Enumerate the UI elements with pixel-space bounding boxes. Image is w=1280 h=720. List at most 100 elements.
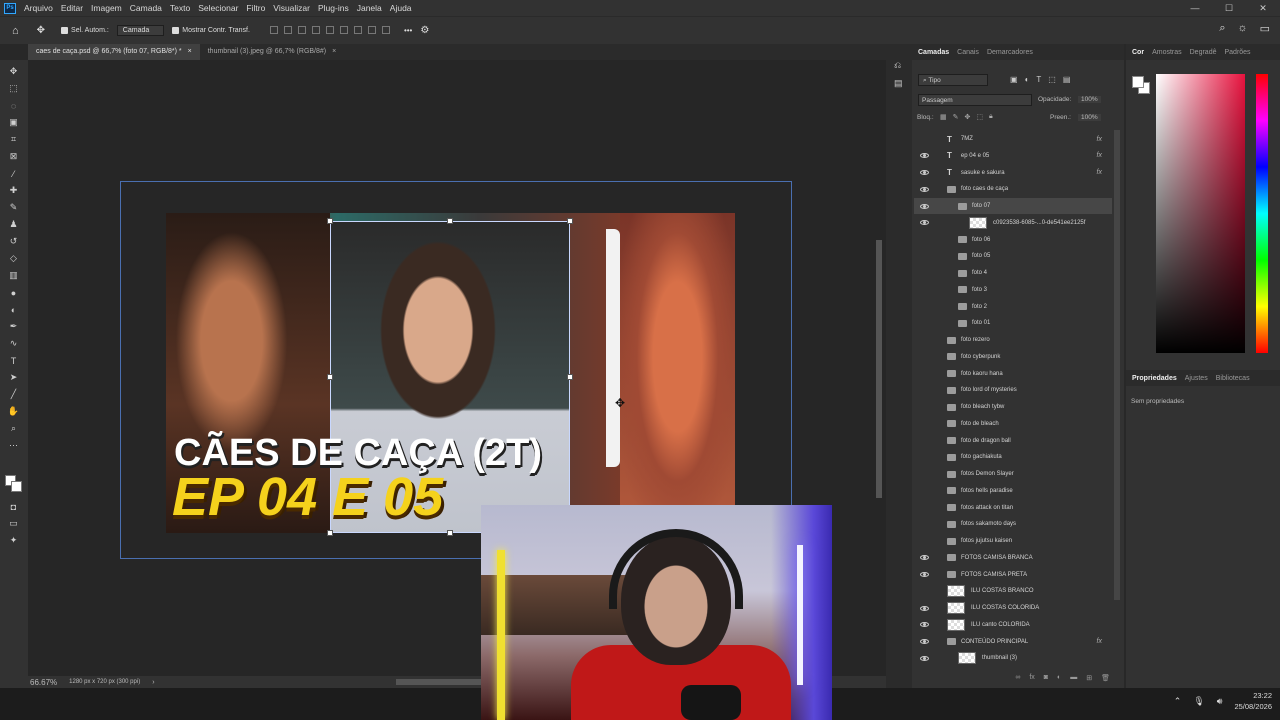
layer-row[interactable]: foto 07: [914, 198, 1112, 214]
show-transform-checkbox[interactable]: Mostrar Contr. Transf.: [172, 27, 250, 34]
blend-mode-dropdown[interactable]: Passagem: [918, 94, 1032, 106]
layer-row[interactable]: T 7MZ fx: [914, 131, 1112, 147]
path-select-icon[interactable]: ➤: [7, 372, 20, 383]
eye-icon[interactable]: [920, 605, 929, 611]
menu-plugins[interactable]: Plug-ins: [314, 3, 353, 13]
transform-handle[interactable]: [447, 218, 453, 224]
eye-icon[interactable]: [920, 186, 929, 192]
lasso-tool-icon[interactable]: ◌: [7, 100, 20, 111]
transform-handle[interactable]: [327, 218, 333, 224]
layer-row[interactable]: foto 4: [914, 265, 1112, 281]
more-tools-icon[interactable]: ⋯: [7, 440, 20, 451]
line-tool-icon[interactable]: ╱: [7, 389, 20, 400]
menu-visualizar[interactable]: Visualizar: [269, 3, 314, 13]
layer-row[interactable]: foto de dragon ball: [914, 433, 1112, 449]
volume-icon[interactable]: 🔊︎: [1217, 696, 1223, 707]
lightbulb-icon[interactable]: ☼: [1238, 22, 1248, 35]
workspace-icon[interactable]: ▭: [1260, 22, 1270, 35]
screen-mode-icon[interactable]: ▭: [7, 518, 20, 529]
eye-icon[interactable]: [920, 555, 929, 561]
tab-ajustes[interactable]: Ajustes: [1185, 375, 1208, 382]
eye-icon[interactable]: [920, 572, 929, 577]
zoom-tool-icon[interactable]: ⌕: [7, 423, 20, 434]
tab-thumbnail[interactable]: thumbnail (3).jpeg @ 66,7% (RGB/8#) ×: [200, 44, 344, 60]
layer-row[interactable]: foto 2: [914, 299, 1112, 315]
layers-scrollbar[interactable]: [1114, 130, 1120, 600]
layer-row[interactable]: thumbnail (3): [914, 650, 1112, 666]
layer-row[interactable]: Tsasuke e sakura fx: [914, 165, 1112, 181]
eye-icon[interactable]: [920, 622, 929, 628]
eye-icon[interactable]: [920, 220, 929, 226]
layer-row[interactable]: foto 3: [914, 282, 1112, 298]
layer-row[interactable]: FOTOS CAMISA PRETA: [914, 567, 1112, 583]
menu-filtro[interactable]: Filtro: [242, 3, 269, 13]
layer-filter-icons[interactable]: ▣ ◐ T ⬚ ▤: [1010, 75, 1070, 84]
fill-value[interactable]: 100%: [1078, 114, 1101, 121]
color-picker-field[interactable]: [1156, 74, 1245, 353]
quick-mask-icon[interactable]: ◘: [7, 501, 20, 512]
crop-tool-icon[interactable]: ⌗: [7, 134, 20, 145]
menu-editar[interactable]: Editar: [57, 3, 87, 13]
eye-icon[interactable]: [920, 639, 929, 644]
link-icon[interactable]: ∞: [1015, 674, 1020, 686]
layer-row[interactable]: foto rezero: [914, 332, 1112, 348]
layer-row[interactable]: fotos Demon Slayer: [914, 466, 1112, 482]
minimize-button[interactable]: —: [1178, 0, 1212, 16]
eye-icon[interactable]: [920, 153, 929, 159]
close-icon[interactable]: ×: [332, 44, 336, 60]
move-tool-icon[interactable]: ✥: [7, 66, 20, 77]
blur-tool-icon[interactable]: ●: [7, 287, 20, 298]
align-icons[interactable]: [269, 25, 396, 36]
smudge-icon[interactable]: ∿: [7, 338, 20, 349]
new-layer-icon[interactable]: ⊞: [1086, 674, 1092, 686]
close-icon[interactable]: ×: [188, 44, 192, 60]
eye-icon[interactable]: [920, 655, 929, 661]
eye-icon[interactable]: [920, 170, 929, 175]
fx-icon[interactable]: fx: [1029, 674, 1034, 686]
layer-row[interactable]: FOTOS CAMISA BRANCA: [914, 550, 1112, 566]
hue-slider[interactable]: [1256, 74, 1268, 353]
menu-camada[interactable]: Camada: [126, 3, 166, 13]
maximize-button[interactable]: ☐: [1212, 0, 1246, 16]
layer-row[interactable]: foto cyberpunk: [914, 349, 1112, 365]
move-icon[interactable]: ✥: [37, 25, 45, 36]
layer-row[interactable]: fotos attack on titan: [914, 500, 1112, 516]
layer-row[interactable]: foto de bleach: [914, 416, 1112, 432]
layer-row[interactable]: foto kaoru hana: [914, 366, 1112, 382]
menu-imagem[interactable]: Imagem: [87, 3, 126, 13]
tab-canais[interactable]: Canais: [957, 49, 979, 56]
chevron-up-icon[interactable]: ⌃: [1174, 696, 1182, 707]
layer-row[interactable]: ILU canto COLORIDA: [914, 617, 1112, 633]
tab-amostras[interactable]: Amostras: [1152, 49, 1182, 56]
fx-icon[interactable]: fx: [1097, 638, 1102, 645]
color-fg-swatch[interactable]: [1132, 76, 1144, 88]
transform-handle[interactable]: [327, 374, 333, 380]
eraser-tool-icon[interactable]: ◇: [7, 253, 20, 264]
layer-row[interactable]: foto gachiakuta: [914, 449, 1112, 465]
layer-row[interactable]: foto bleach tybw: [914, 399, 1112, 415]
tab-caes-de-caca[interactable]: caes de caça.psd @ 66,7% (foto 07, RGB/8…: [28, 44, 200, 60]
status-arrow[interactable]: ›: [152, 679, 154, 686]
pen-tool-icon[interactable]: ✒: [7, 321, 20, 332]
clock[interactable]: 23:22 25/08/2026: [1234, 690, 1272, 712]
layer-row[interactable]: foto lord of mysteries: [914, 382, 1112, 398]
trash-icon[interactable]: 🗑︎: [1101, 674, 1110, 686]
transform-handle[interactable]: [567, 218, 573, 224]
layer-row[interactable]: foto 06: [914, 232, 1112, 248]
layer-row[interactable]: foto 05: [914, 248, 1112, 264]
layer-row[interactable]: Tep 04 e 05 fx: [914, 148, 1112, 164]
layer-row[interactable]: foto 01: [914, 315, 1112, 331]
transform-handle[interactable]: [567, 374, 573, 380]
fx-icon[interactable]: fx: [1097, 152, 1102, 159]
history-brush-icon[interactable]: ↺: [7, 236, 20, 247]
transform-handle[interactable]: [327, 530, 333, 536]
layer-row[interactable]: fotos sakamoto days: [914, 516, 1112, 532]
layer-row[interactable]: fotos hells paradise: [914, 483, 1112, 499]
dodge-tool-icon[interactable]: ◐: [7, 304, 20, 315]
auto-select-checkbox[interactable]: Sel. Autom.:: [61, 27, 109, 34]
menu-texto[interactable]: Texto: [166, 3, 194, 13]
comment-icon[interactable]: ▤: [894, 78, 903, 89]
layer-row[interactable]: c0923538-6085-...0-de541ee2125f: [914, 215, 1112, 231]
layer-row[interactable]: ILU COSTAS COLORIDA: [914, 600, 1112, 616]
opacity-value[interactable]: 100%: [1078, 96, 1101, 103]
